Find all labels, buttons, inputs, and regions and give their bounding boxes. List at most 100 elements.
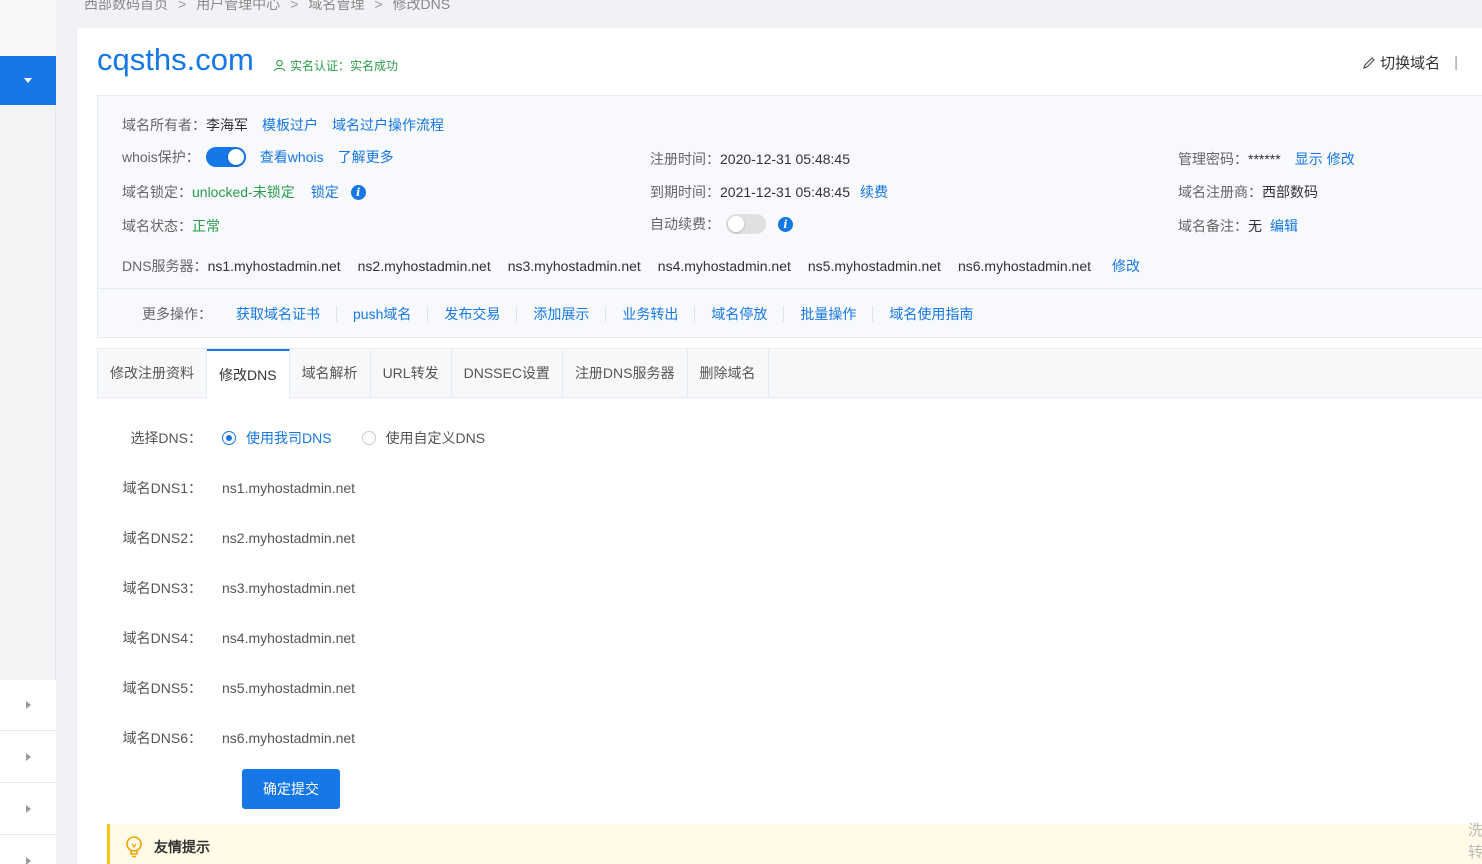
- sidebar-active-menu[interactable]: [0, 56, 56, 105]
- breadcrumb-separator: >: [374, 0, 383, 12]
- dns6-value: ns6.myhostadmin.net: [222, 730, 356, 746]
- submit-button[interactable]: 确定提交: [242, 769, 340, 809]
- learn-more-link[interactable]: 了解更多: [338, 147, 394, 167]
- dns4-value: ns4.myhostadmin.net: [222, 630, 356, 646]
- verify-value: 实名成功: [350, 59, 399, 73]
- lock-link[interactable]: 锁定: [311, 182, 339, 202]
- caret-right-icon: [25, 805, 31, 813]
- radio-custom-dns[interactable]: 使用自定义DNS: [361, 428, 486, 448]
- lock-value: unlocked-未锁定: [192, 184, 295, 200]
- template-transfer-link[interactable]: 模板过户: [262, 115, 318, 135]
- breadcrumb-separator: >: [290, 0, 299, 12]
- dns5-value: ns5.myhostadmin.net: [222, 680, 356, 696]
- edit-password-link[interactable]: 修改: [1327, 149, 1355, 169]
- password-value: ******: [1248, 151, 1281, 167]
- tab-edit-registration[interactable]: 修改注册资料: [98, 349, 207, 397]
- dns3-label: 域名DNS3：: [122, 580, 202, 596]
- sidebar-item[interactable]: [0, 836, 56, 864]
- edge-char: 转: [1468, 844, 1482, 861]
- show-password-link[interactable]: 显示: [1295, 149, 1323, 169]
- tab-dns-resolution[interactable]: 域名解析: [290, 349, 371, 397]
- breadcrumb-domain-manage[interactable]: 域名管理: [308, 0, 364, 14]
- dns4-label: 域名DNS4：: [122, 630, 202, 646]
- op-domain-parking[interactable]: 域名停放: [695, 305, 785, 322]
- dns2-label: 域名DNS2：: [122, 530, 202, 546]
- status-row: 域名状态： 正常: [122, 216, 220, 236]
- dns-server-item: ns4.myhostadmin.net: [657, 258, 791, 274]
- breadcrumb-home[interactable]: 西部数码首页: [84, 0, 168, 14]
- info-icon[interactable]: i: [778, 216, 793, 232]
- select-dns-row: 选择DNS： 使用我司DNS 使用自定义DNS: [77, 428, 515, 448]
- password-row: 管理密码： ****** 显示 修改: [1178, 149, 1355, 169]
- tab-url-forward[interactable]: URL转发: [371, 349, 452, 397]
- sidebar-lower: [0, 680, 56, 864]
- dns-server-row: DNS服务器： ns1.myhostadmin.net ns2.myhostad…: [122, 256, 1140, 276]
- friendly-tip-banner: 友情提示: [107, 824, 1482, 864]
- owner-row: 域名所有者： 李海军 模板过户 域名过户操作流程: [122, 115, 444, 135]
- transfer-flow-link[interactable]: 域名过户操作流程: [332, 115, 444, 135]
- registrar-value: 西部数码: [1262, 184, 1318, 200]
- remark-value: 无: [1248, 218, 1262, 234]
- status-value: 正常: [192, 218, 220, 234]
- op-get-certificate[interactable]: 获取域名证书: [220, 305, 337, 322]
- exp-time-value: 2021-12-31 05:48:45: [720, 184, 850, 200]
- status-label: 域名状态：: [122, 218, 192, 234]
- dns1-row: 域名DNS1： ns1.myhostadmin.net: [77, 478, 355, 498]
- breadcrumb: 西部数码首页 > 用户管理中心 > 域名管理 > 修改DNS: [84, 0, 450, 14]
- toggle-knob: [728, 216, 744, 232]
- op-usage-guide[interactable]: 域名使用指南: [873, 306, 989, 322]
- radio-our-dns[interactable]: 使用我司DNS: [222, 428, 332, 448]
- owner-label: 域名所有者：: [122, 117, 206, 133]
- whois-label: whois保护：: [122, 149, 200, 165]
- sidebar-top: [0, 0, 56, 56]
- breadcrumb-user-center[interactable]: 用户管理中心: [196, 0, 280, 14]
- sidebar-item[interactable]: [0, 784, 56, 835]
- dns6-label: 域名DNS6：: [122, 730, 202, 746]
- tab-register-dns-server[interactable]: 注册DNS服务器: [563, 349, 688, 397]
- dns3-value: ns3.myhostadmin.net: [222, 580, 356, 596]
- renew-link[interactable]: 续费: [860, 182, 888, 202]
- dns2-value: ns2.myhostadmin.net: [222, 530, 356, 546]
- op-transfer-out[interactable]: 业务转出: [606, 305, 696, 322]
- caret-down-icon: [24, 78, 32, 83]
- tab-dnssec[interactable]: DNSSEC设置: [452, 349, 563, 397]
- dns-server-item: ns2.myhostadmin.net: [357, 258, 491, 274]
- domain-name-title: cqsths.com: [97, 42, 254, 77]
- caret-right-icon: [25, 753, 31, 761]
- tip-title: 友情提示: [154, 838, 210, 855]
- op-push-domain[interactable]: push域名: [337, 305, 429, 322]
- auto-renew-row: 自动续费： i: [650, 214, 793, 234]
- edit-remark-link[interactable]: 编辑: [1270, 216, 1298, 236]
- more-ops-label: 更多操作：: [142, 305, 212, 322]
- edit-dns-link[interactable]: 修改: [1112, 256, 1140, 276]
- tab-bar: 修改注册资料 修改DNS 域名解析 URL转发 DNSSEC设置 注册DNS服务…: [97, 348, 1482, 398]
- dns1-value: ns1.myhostadmin.net: [222, 480, 356, 496]
- info-icon[interactable]: i: [350, 184, 366, 200]
- op-batch[interactable]: 批量操作: [784, 305, 874, 322]
- dns-server-label: DNS服务器：: [122, 258, 208, 274]
- remark-row: 域名备注： 无 编辑: [1178, 216, 1298, 236]
- user-icon: [273, 59, 286, 72]
- op-add-display[interactable]: 添加展示: [517, 305, 607, 322]
- registrar-row: 域名注册商： 西部数码: [1178, 182, 1318, 202]
- reg-time-label: 注册时间：: [650, 151, 720, 167]
- tab-delete-domain[interactable]: 删除域名: [688, 349, 769, 397]
- domain-info-box: 域名所有者： 李海军 模板过户 域名过户操作流程 whois保护： 查看whoi…: [97, 95, 1482, 338]
- whois-toggle[interactable]: [205, 147, 246, 167]
- caret-right-icon: [25, 857, 31, 864]
- switch-domain-button[interactable]: 切换域名 |: [1362, 52, 1458, 73]
- floating-edge-text[interactable]: 洗 转: [1468, 820, 1482, 864]
- exp-time-label: 到期时间：: [650, 184, 720, 200]
- lightbulb-icon: [126, 835, 142, 857]
- auto-renew-toggle[interactable]: [726, 214, 766, 234]
- main-panel: cqsths.com 实名认证： 实名成功 切换域名 | 域名所有者： 李海军 模…: [77, 28, 1482, 864]
- sidebar-item[interactable]: [0, 732, 56, 783]
- dns-server-item: ns3.myhostadmin.net: [507, 258, 641, 274]
- dns-server-item: ns1.myhostadmin.net: [207, 258, 341, 274]
- radio-custom-dns-label: 使用自定义DNS: [385, 430, 486, 446]
- tab-edit-dns[interactable]: 修改DNS: [207, 349, 290, 398]
- view-whois-link[interactable]: 查看whois: [260, 147, 324, 167]
- sidebar-item[interactable]: [0, 680, 56, 731]
- op-publish-trade[interactable]: 发布交易: [428, 305, 518, 322]
- left-sidebar: [0, 0, 56, 864]
